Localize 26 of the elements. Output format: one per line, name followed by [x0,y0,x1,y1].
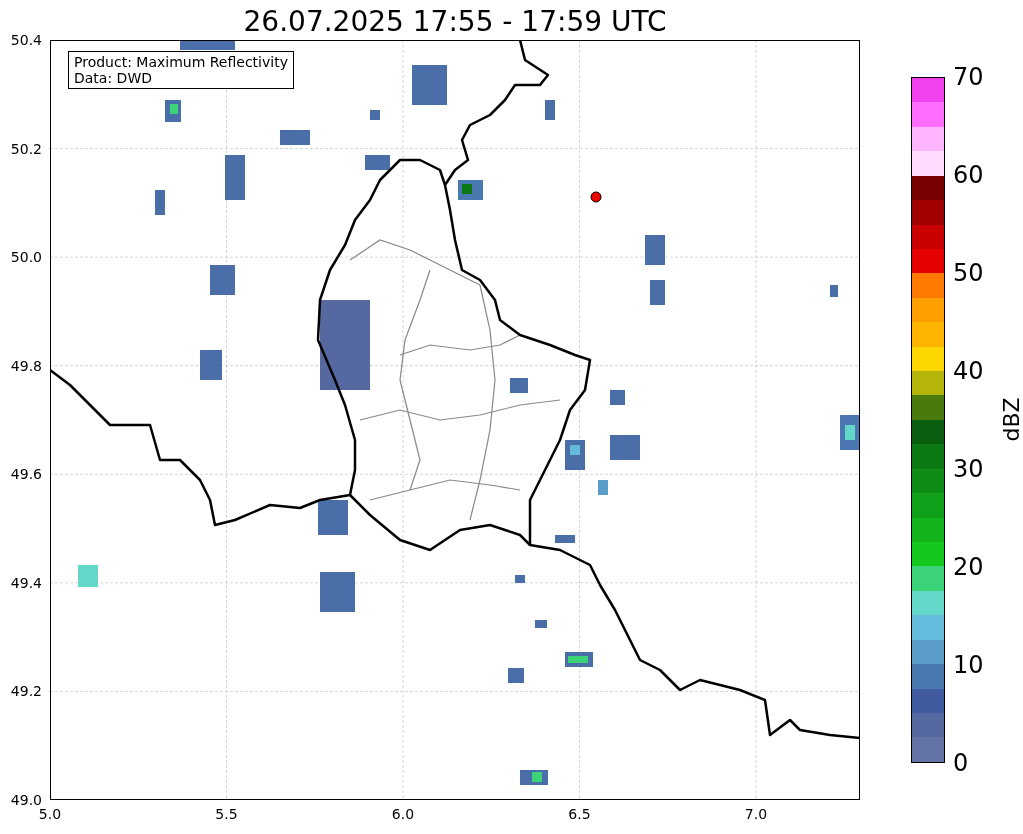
location-marker [590,191,602,203]
y-tick-label: 49.6 [10,466,42,483]
legend-text: Data: DWD [74,70,153,86]
y-tick-label: 49.2 [10,683,42,700]
colorbar-tick-label: 20 [953,554,984,580]
colorbar-tick-label: 70 [953,64,984,90]
x-tick-label: 6.0 [391,806,415,822]
colorbar-tick-label: 0 [953,750,969,776]
x-tick-label: 5.5 [215,806,238,822]
y-tick-label: 50.2 [10,140,42,157]
x-tick-label: 5.0 [38,806,62,822]
colorbar-tick-label: 10 [953,652,984,678]
y-tick-label: 49.0 [10,792,42,808]
y-tick-label: 50.4 [10,32,42,48]
colorbar-tick-label: 60 [953,162,984,188]
x-tick-label: 6.5 [568,806,591,822]
colorbar-tick-label: 40 [953,358,984,384]
colorbar-tick-label: 30 [953,456,984,482]
chart-title: 26.07.2025 17:55 - 17:59 UTC [242,4,668,40]
x-tick-label: 7.0 [744,806,768,822]
legend-text: Product: Maximum Reflectivity [74,54,288,70]
colorbar-label: dBZ [998,397,1023,442]
colorbar-tick-label: 50 [953,260,984,286]
y-tick-label: 49.8 [10,357,42,374]
y-tick-label: 50.0 [10,249,42,266]
y-tick-label: 49.4 [10,574,42,591]
